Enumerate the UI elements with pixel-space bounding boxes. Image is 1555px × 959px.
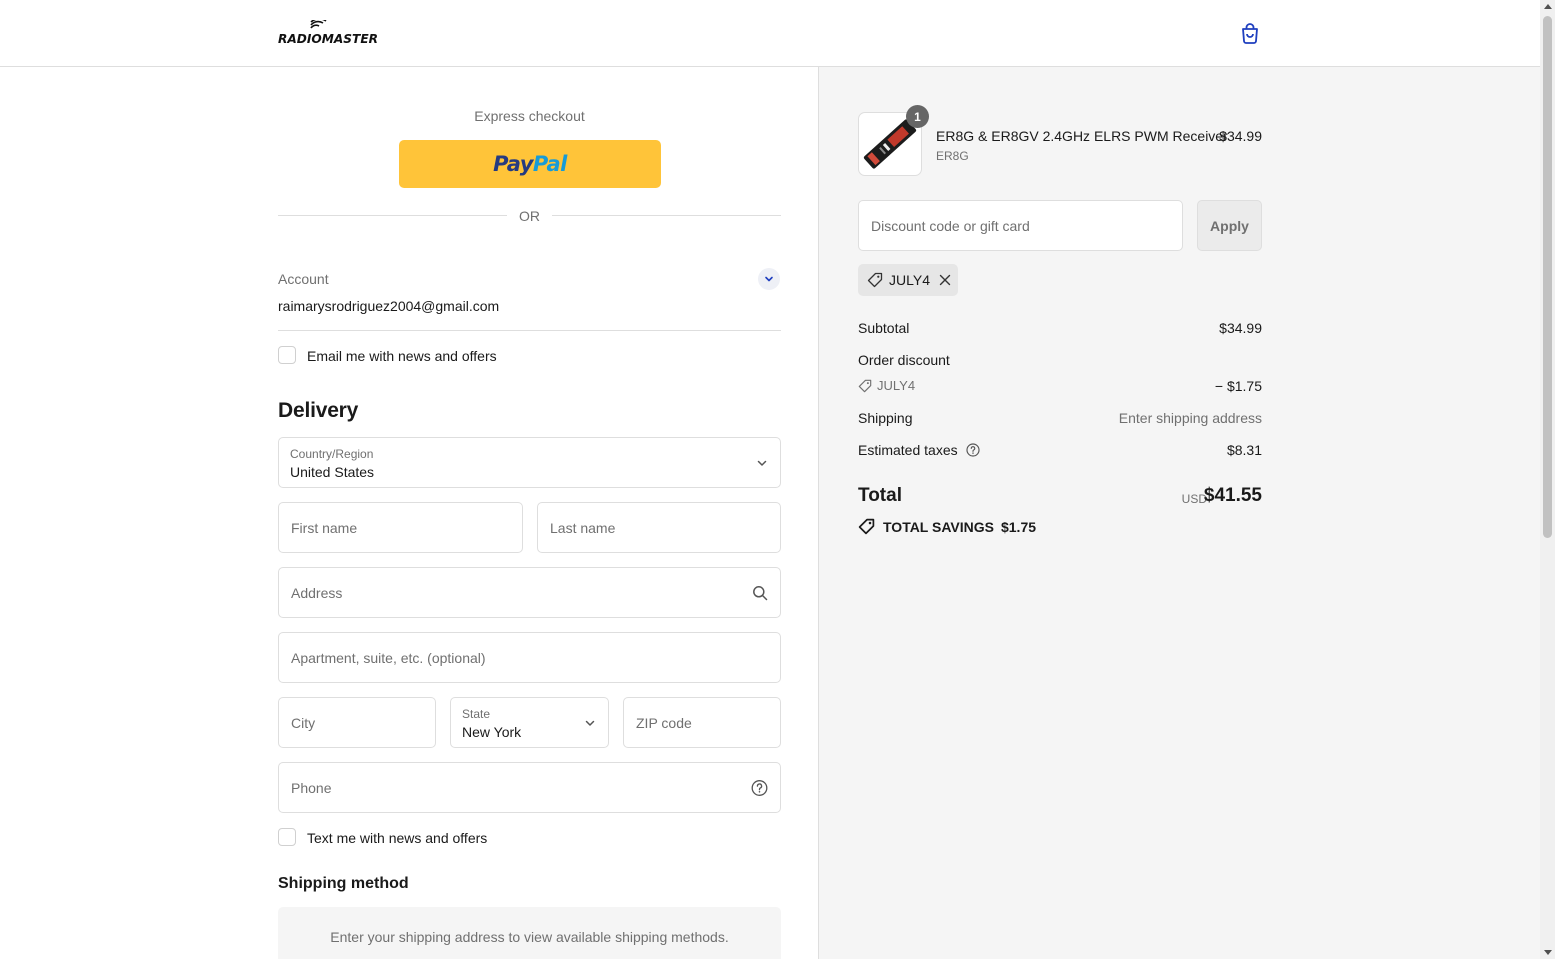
scroll-down-arrow[interactable] bbox=[1543, 950, 1552, 955]
shipping-value: Enter shipping address bbox=[1118, 410, 1262, 426]
help-icon[interactable] bbox=[966, 443, 980, 457]
last-name-field[interactable]: Last name bbox=[537, 502, 781, 553]
checkout-form-panel: Express checkout PayPal OR Account raima… bbox=[0, 67, 819, 959]
or-divider: OR bbox=[278, 208, 781, 224]
header: RADIOMASTER bbox=[0, 0, 1540, 67]
search-icon bbox=[752, 585, 768, 601]
state-value: New York bbox=[462, 724, 522, 740]
country-value: United States bbox=[290, 464, 375, 480]
logo-graphic: RADIOMASTER bbox=[278, 18, 378, 46]
discount-value: − $1.75 bbox=[1214, 378, 1262, 394]
close-icon bbox=[939, 274, 951, 286]
discount-placeholder: Discount code or gift card bbox=[871, 217, 1030, 234]
apartment-field[interactable]: Apartment, suite, etc. (optional) bbox=[278, 632, 781, 683]
help-icon[interactable] bbox=[751, 779, 768, 796]
state-label: State bbox=[462, 707, 491, 721]
page-scrollbar[interactable] bbox=[1540, 0, 1555, 959]
chevron-down-icon bbox=[584, 717, 596, 729]
product-price: $34.99 bbox=[1219, 128, 1262, 144]
zip-placeholder: ZIP code bbox=[636, 714, 692, 731]
svg-text:RADIOMASTER: RADIOMASTER bbox=[278, 32, 378, 46]
apply-discount-button[interactable]: Apply bbox=[1197, 200, 1262, 251]
account-expand-button[interactable] bbox=[758, 268, 780, 290]
tag-icon bbox=[858, 379, 872, 392]
account-label: Account bbox=[278, 271, 329, 287]
order-summary-panel: 1 ER8G & ER8GV 2.4GHz ELRS PWM Receiver … bbox=[819, 67, 1540, 959]
estimated-taxes-label: Estimated taxes bbox=[858, 442, 958, 458]
tag-icon bbox=[867, 272, 883, 288]
email-offers-label: Email me with news and offers bbox=[307, 348, 497, 364]
last-name-placeholder: Last name bbox=[550, 519, 616, 536]
shopping-bag-icon bbox=[1242, 23, 1258, 44]
text-offers-checkbox[interactable] bbox=[278, 828, 296, 846]
phone-placeholder: Phone bbox=[291, 779, 332, 796]
total-label: Total bbox=[858, 485, 902, 506]
email-offers-checkbox[interactable] bbox=[278, 346, 296, 364]
product-variant: ER8G bbox=[936, 149, 969, 163]
paypal-logo: PayPal bbox=[493, 152, 567, 176]
total-savings-value: $1.75 bbox=[1000, 518, 1037, 535]
first-name-field[interactable]: First name bbox=[278, 502, 523, 553]
discount-code-text: JULY4 bbox=[877, 378, 916, 393]
quantity-badge: 1 bbox=[906, 105, 929, 128]
subtotal-label: Subtotal bbox=[858, 320, 910, 336]
product-name: ER8G & ER8GV 2.4GHz ELRS PWM Receiver bbox=[936, 128, 1228, 144]
tag-icon bbox=[858, 518, 875, 535]
radiomaster-logo[interactable]: RADIOMASTER bbox=[278, 18, 380, 46]
discount-code-row: JULY4 bbox=[858, 378, 915, 393]
order-discount-label: Order discount bbox=[858, 352, 950, 368]
applied-discount-chip: JULY4 bbox=[858, 264, 958, 296]
phone-field[interactable]: Phone bbox=[278, 762, 781, 813]
account-email: raimarysrodriguez2004@gmail.com bbox=[278, 298, 500, 314]
country-select[interactable]: Country/Region United States bbox=[278, 437, 781, 488]
country-label: Country/Region bbox=[290, 447, 374, 461]
city-field[interactable]: City bbox=[278, 697, 436, 748]
scroll-up-arrow[interactable] bbox=[1543, 4, 1552, 9]
zip-field[interactable]: ZIP code bbox=[623, 697, 781, 748]
text-offers-label: Text me with news and offers bbox=[307, 830, 488, 846]
cart-button[interactable] bbox=[1237, 20, 1263, 46]
chevron-down-icon bbox=[765, 276, 773, 282]
total-savings-label: TOTAL SAVINGS bbox=[883, 518, 994, 535]
applied-code-text: JULY4 bbox=[889, 272, 930, 288]
subtotal-value: $34.99 bbox=[1219, 320, 1262, 336]
delivery-heading: Delivery bbox=[278, 399, 359, 422]
total-savings: TOTAL SAVINGS $1.75 bbox=[858, 518, 1036, 535]
remove-discount-button[interactable] bbox=[939, 274, 951, 286]
shipping-method-message: Enter your shipping address to view avai… bbox=[278, 907, 781, 959]
address-placeholder: Address bbox=[291, 584, 343, 601]
or-text: OR bbox=[519, 208, 540, 224]
city-placeholder: City bbox=[291, 714, 316, 731]
address-field[interactable]: Address bbox=[278, 567, 781, 618]
total-amount: $41.55 bbox=[1203, 485, 1262, 506]
divider bbox=[278, 330, 781, 331]
chevron-down-icon bbox=[756, 457, 768, 469]
shipping-label: Shipping bbox=[858, 410, 913, 426]
express-checkout-label: Express checkout bbox=[474, 108, 585, 124]
discount-code-input[interactable]: Discount code or gift card bbox=[858, 200, 1183, 251]
first-name-placeholder: First name bbox=[291, 519, 358, 536]
scrollbar-thumb[interactable] bbox=[1543, 16, 1552, 538]
paypal-button[interactable]: PayPal bbox=[399, 140, 661, 188]
estimated-taxes-value: $8.31 bbox=[1226, 442, 1262, 458]
estimated-taxes-row: Estimated taxes bbox=[858, 442, 980, 458]
state-select[interactable]: State New York bbox=[450, 697, 609, 748]
shipping-method-heading: Shipping method bbox=[278, 875, 409, 892]
apartment-placeholder: Apartment, suite, etc. (optional) bbox=[291, 649, 486, 666]
